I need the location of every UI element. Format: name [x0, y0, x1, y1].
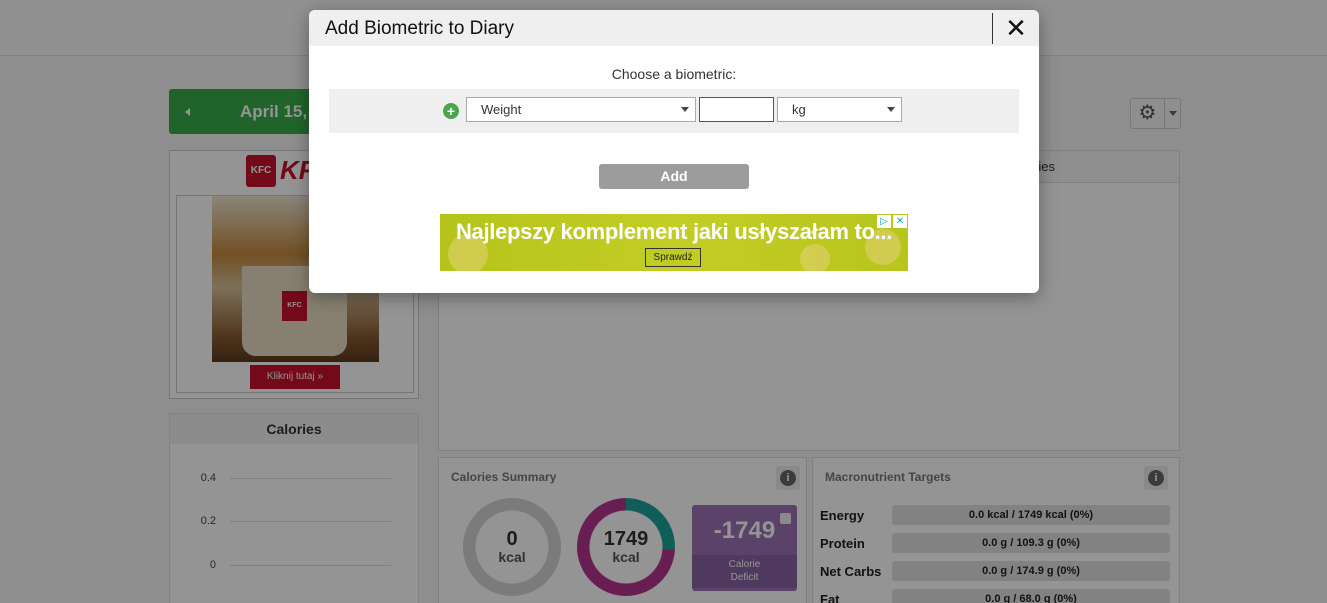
close-icon[interactable]: ✕ [992, 13, 1039, 44]
ad-close-icon[interactable]: ✕ [893, 215, 907, 228]
dialog-header: Add Biometric to Diary ✕ [309, 10, 1039, 46]
biometric-select[interactable]: Weight [466, 97, 696, 122]
banner-cta-button[interactable]: Sprawdź [645, 248, 701, 267]
dialog-title: Add Biometric to Diary [325, 18, 515, 39]
banner-ad[interactable]: Najlepszy komplement jaki usłyszałam to.… [440, 214, 908, 271]
biometric-prompt: Choose a biometric: [611, 66, 737, 82]
unit-select[interactable]: kg [777, 97, 902, 122]
add-biometric-dialog: Add Biometric to Diary ✕ Choose a biomet… [309, 10, 1039, 293]
unit-select-value: kg [792, 102, 806, 117]
biometric-value-input[interactable] [699, 97, 774, 122]
ad-info-icon[interactable]: ▷ [877, 215, 891, 228]
adchoices-icon[interactable]: ▷ ✕ [877, 215, 907, 228]
chevron-down-icon [887, 107, 895, 112]
biometric-entry-row: + Weight kg [329, 89, 1019, 133]
chevron-down-icon [681, 107, 689, 112]
banner-decoration [800, 244, 830, 271]
plus-icon[interactable]: + [443, 103, 459, 119]
add-button[interactable]: Add [599, 164, 749, 189]
biometric-select-value: Weight [481, 102, 522, 117]
banner-headline: Najlepszy komplement jaki usłyszałam to.… [455, 219, 893, 244]
